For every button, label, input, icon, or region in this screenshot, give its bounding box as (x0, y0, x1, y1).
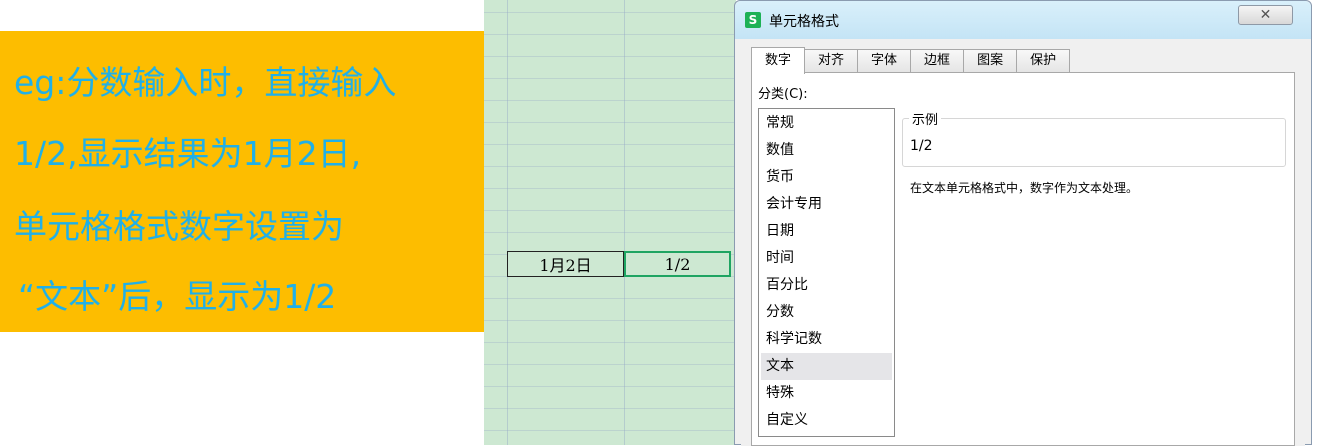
annotation-line-3: 单元格格式数字设置为 (14, 207, 344, 246)
tab-protection[interactable]: 保护 (1017, 49, 1071, 73)
dialog-title: 单元格格式 (769, 14, 839, 30)
annotation-line-1: eg:分数输入时，直接输入 (14, 63, 397, 102)
close-icon: ✕ (1259, 7, 1272, 23)
category-item-scientific[interactable]: 科学记数 (761, 326, 892, 353)
category-item-fraction[interactable]: 分数 (761, 299, 892, 326)
dialog-body: 数字 对齐 字体 边框 图案 保护 分类(C): 常规 数值 货币 会计专用 日… (741, 39, 1305, 446)
tab-number[interactable]: 数字 (751, 47, 806, 74)
category-item-custom[interactable]: 自定义 (761, 407, 892, 434)
tab-font[interactable]: 字体 (858, 49, 912, 73)
tab-pattern[interactable]: 图案 (964, 49, 1018, 73)
annotation-line-4: “文本”后，显示为1/2 (18, 277, 337, 316)
category-item-date[interactable]: 日期 (761, 218, 892, 245)
format-cells-dialog: S 单元格格式 ✕ 数字 对齐 字体 边框 图案 保护 分类(C): 常规 数值… (734, 0, 1312, 446)
sample-legend: 示例 (909, 109, 942, 128)
cell-text-result[interactable]: 1/2 (624, 251, 731, 277)
annotation-line-2: 1/2,显示结果为1月2日, (14, 134, 362, 173)
tab-page-number: 分类(C): 常规 数值 货币 会计专用 日期 时间 百分比 分数 科学记数 文… (751, 72, 1295, 446)
category-item-general[interactable]: 常规 (761, 110, 892, 137)
tab-border[interactable]: 边框 (911, 49, 965, 73)
category-item-currency[interactable]: 货币 (761, 164, 892, 191)
category-item-number[interactable]: 数值 (761, 137, 892, 164)
annotation-banner: eg:分数输入时，直接输入 1/2,显示结果为1月2日, 单元格格式数字设置为 … (0, 31, 484, 332)
category-description: 在文本单元格格式中，数字作为文本处理。 (910, 181, 1139, 195)
sample-group: 示例 1/2 (902, 109, 1286, 167)
spreadsheet-grid[interactable]: 1月2日 1/2 (484, 0, 736, 445)
category-item-percentage[interactable]: 百分比 (761, 272, 892, 299)
tab-strip: 数字 对齐 字体 边框 图案 保护 (751, 47, 1071, 74)
wps-app-icon: S (745, 12, 761, 28)
category-list[interactable]: 常规 数值 货币 会计专用 日期 时间 百分比 分数 科学记数 文本 特殊 自定… (758, 108, 895, 437)
category-item-special[interactable]: 特殊 (761, 380, 892, 407)
close-button[interactable]: ✕ (1238, 5, 1293, 25)
category-item-accounting[interactable]: 会计专用 (761, 191, 892, 218)
category-item-time[interactable]: 时间 (761, 245, 892, 272)
sample-value: 1/2 (910, 138, 933, 154)
tab-alignment[interactable]: 对齐 (805, 49, 859, 73)
cell-date-result[interactable]: 1月2日 (507, 251, 624, 277)
dialog-titlebar[interactable]: S 单元格格式 ✕ (735, 1, 1311, 39)
category-label: 分类(C): (758, 87, 808, 102)
category-item-text[interactable]: 文本 (761, 353, 892, 380)
